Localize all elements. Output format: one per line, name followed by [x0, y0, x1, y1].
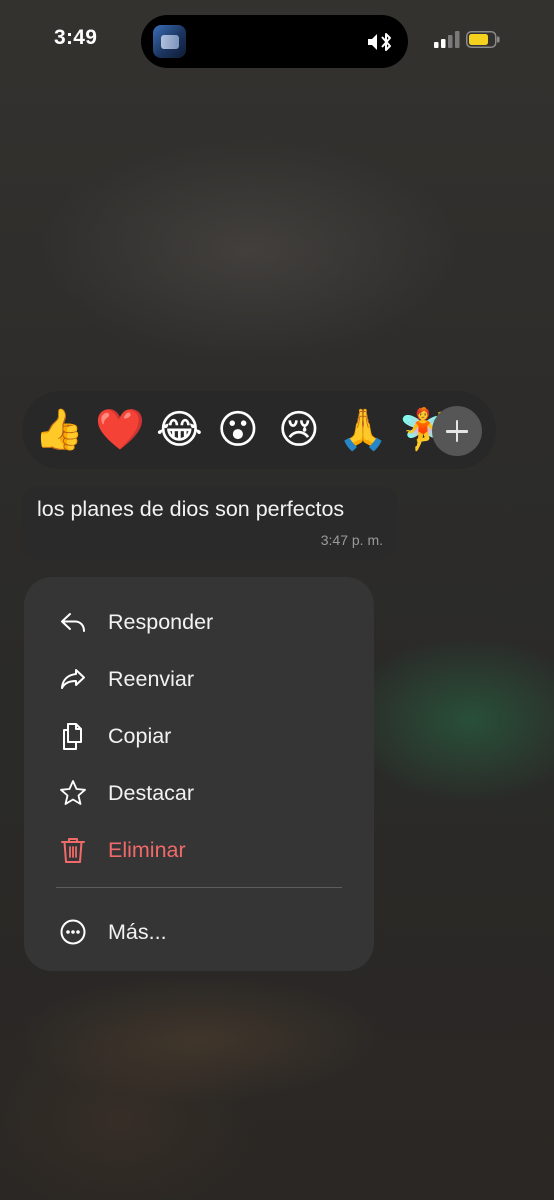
menu-item-star[interactable]: Destacar: [24, 766, 374, 816]
now-playing-app-icon[interactable]: [153, 25, 186, 58]
trash-icon: [61, 838, 85, 863]
menu-item-label: Más...: [108, 920, 167, 944]
battery-icon: [466, 31, 500, 48]
reaction-bar: 👍 ❤️ 😂 😮 😢 🙏 🧚: [22, 391, 496, 469]
bluetooth-speaker-icon: [368, 33, 391, 51]
menu-item-label: Responder: [108, 610, 214, 634]
reaction-heart[interactable]: ❤️: [95, 407, 145, 453]
menu-item-more[interactable]: Más...: [24, 905, 374, 955]
reaction-surprised[interactable]: 😮: [217, 407, 259, 453]
menu-item-forward[interactable]: Reenviar: [24, 652, 374, 702]
reaction-thumbs-up[interactable]: 👍: [34, 407, 84, 453]
status-time: 3:49: [54, 26, 98, 49]
copy-icon: [63, 723, 82, 750]
reaction-crying[interactable]: 😢: [278, 407, 320, 453]
reaction-praying-hands[interactable]: 🙏: [338, 407, 388, 453]
menu-divider: [56, 887, 342, 888]
menu-item-label: Copiar: [108, 724, 172, 748]
context-menu: Responder Reenviar Copiar Destacar Elimi…: [24, 577, 374, 971]
cellular-signal-icon: [434, 31, 460, 48]
menu-item-copy[interactable]: Copiar: [24, 709, 374, 759]
add-reaction-button[interactable]: [432, 406, 482, 456]
menu-item-label: Reenviar: [108, 667, 195, 691]
reaction-laughing[interactable]: 😂: [156, 407, 203, 453]
dynamic-island[interactable]: [141, 15, 408, 68]
star-icon: [60, 780, 86, 805]
menu-item-label: Eliminar: [108, 838, 186, 862]
menu-item-label: Destacar: [108, 781, 195, 805]
menu-item-delete[interactable]: Eliminar: [24, 823, 374, 873]
forward-icon: [61, 669, 85, 689]
message-bubble[interactable]: los planes de dios son perfectos 3:47 p.…: [22, 487, 397, 559]
message-text: los planes de dios son perfectos: [37, 497, 345, 521]
more-icon: [60, 919, 86, 945]
reply-icon: [61, 613, 85, 632]
message-timestamp: 3:47 p. m.: [320, 532, 383, 548]
menu-item-reply[interactable]: Responder: [24, 595, 374, 645]
